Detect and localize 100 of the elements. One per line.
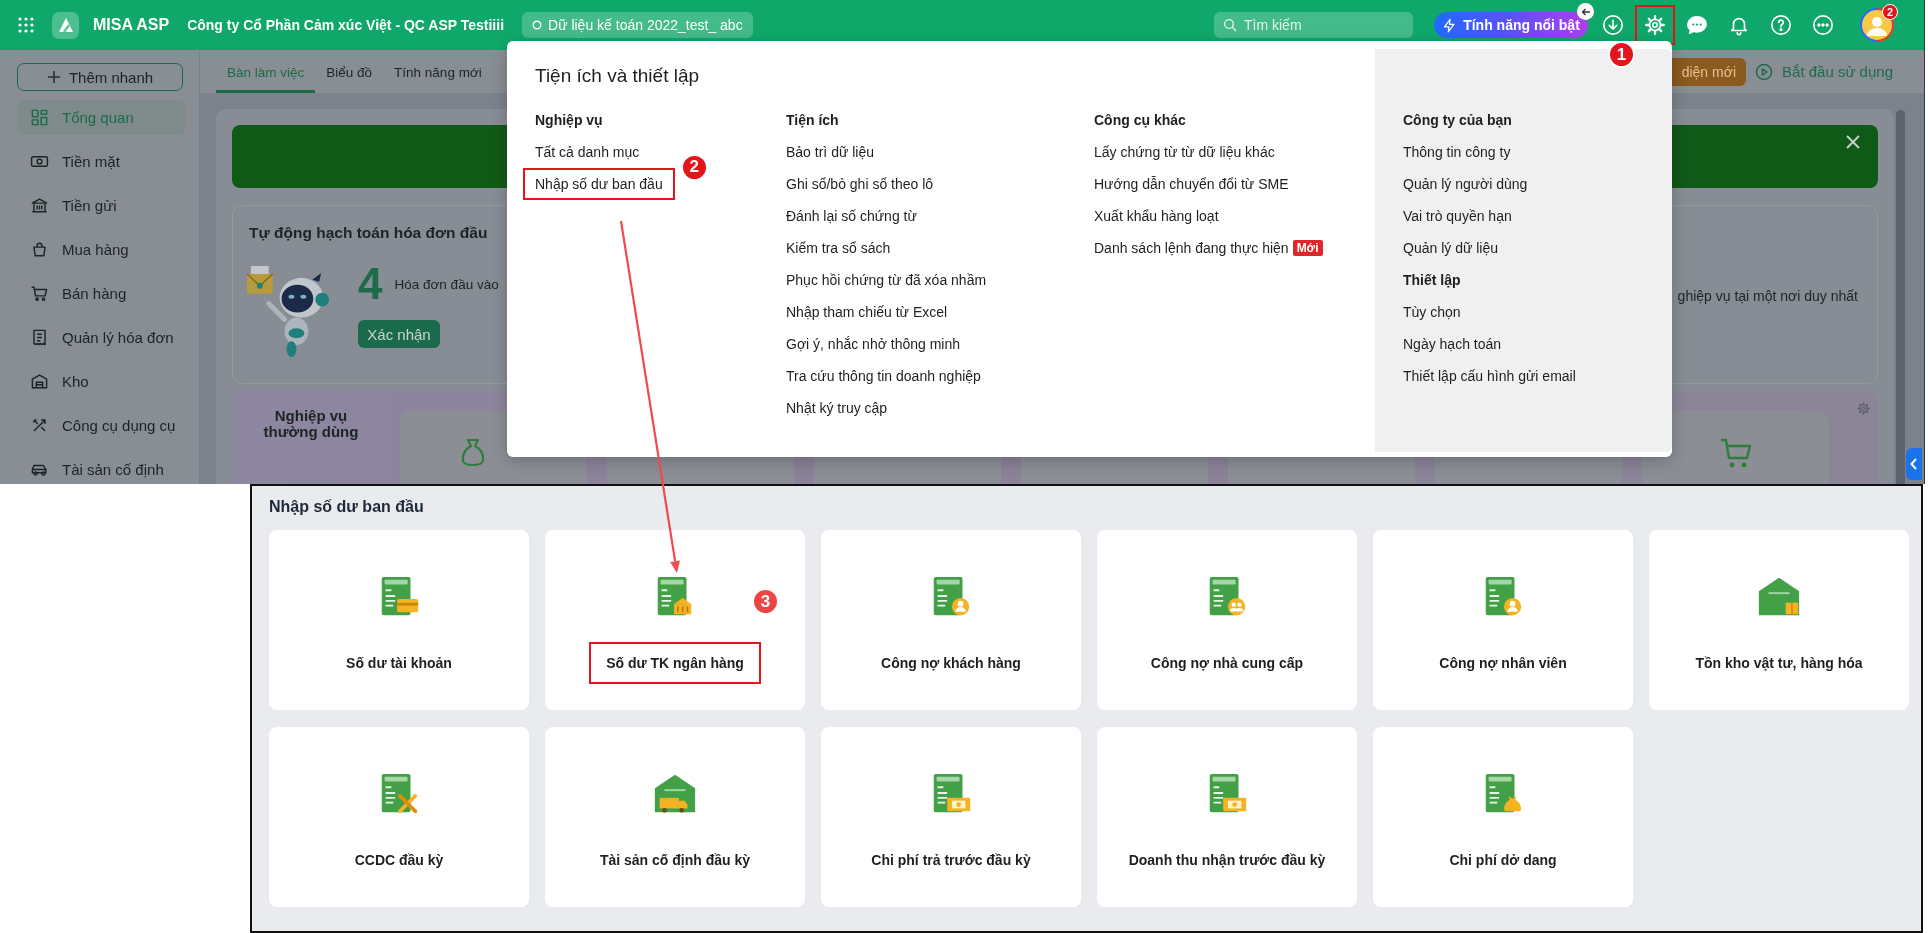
settings-icon [1644,14,1666,36]
shopping-bag-icon [30,240,49,259]
tile-label: Công nợ nhà cung cấp [1149,654,1305,673]
tile-label: Số dư tài khoản [345,654,453,673]
option-tile[interactable]: Công nợ nhà cung cấp [1097,530,1357,710]
app-grid-icon[interactable] [18,17,34,33]
tile-label: Chi phí trả trước đầu kỳ [870,851,1032,870]
section-title: Nghiệp vụ thường dùng [263,407,359,440]
menu-item[interactable]: Đánh lại số chứng từ [774,200,929,232]
chevron-left-icon [1910,458,1918,470]
collapse-tab[interactable] [1906,448,1922,480]
sidebar-item[interactable]: Tiền mặt [17,144,186,179]
close-icon[interactable] [1845,134,1861,150]
menu-item[interactable]: Phục hồi chứng từ đã xóa nhầm [774,264,999,296]
tile-label: Tài sản cố định đầu kỳ [598,851,752,870]
new-badge: Mới [1292,240,1323,256]
chat-bubble-icon [1686,14,1708,36]
menu-item[interactable]: Nhập tham chiếu từ Excel [774,296,960,328]
notification-badge: 2 [1882,4,1898,20]
option-tile[interactable]: Tài sản cố định đầu kỳ [545,727,805,907]
tile-label: Doanh thu nhận trước đầu kỳ [1127,851,1327,870]
dashboard-icon [30,108,49,127]
cart-icon [30,284,49,303]
option-tile[interactable]: Chi phí dở dang [1373,727,1633,907]
sidebar-item[interactable]: Bán hàng [17,276,186,311]
invoice-count: 4 [358,264,383,304]
new-ui-button[interactable]: diện mới [1671,57,1746,86]
sidebar-item[interactable]: Tài sản cố định [17,452,186,484]
menu-item[interactable]: Kiểm tra sổ sách [774,232,903,264]
menu-item[interactable]: Tra cứu thông tin doanh nghiệp [774,360,993,392]
more-icon [1812,14,1834,36]
tile-label: Chi phí dở dang [1448,851,1558,870]
menu-item[interactable]: Tùy chọn [1391,296,1473,328]
option-tile[interactable]: Công nợ nhân viên [1373,530,1633,710]
option-tile[interactable]: Doanh thu nhận trước đầu kỳ [1097,727,1357,907]
menu-item[interactable]: Gợi ý, nhắc nhở thông minh [774,328,972,360]
menu-item[interactable]: Tất cả danh mục [523,136,652,168]
money-bag-icon [459,437,486,467]
menu-item[interactable]: Nhập số dư ban đầu [523,168,675,200]
plus-icon [46,70,61,84]
option-tile[interactable]: Công nợ khách hàng [821,530,1081,710]
card-note: ghiệp vụ tại một nơi duy nhất [1677,288,1858,304]
circle-icon [532,20,543,30]
option-tile[interactable]: Số dư TK ngân hàng 3 [545,530,805,710]
sidebar-item[interactable]: Công cụ dụng cụ [17,408,186,443]
menu-item[interactable]: Thông tin công ty [1391,136,1523,168]
menu-item[interactable]: Thiết lập cấu hình gửi email [1391,360,1588,392]
menu-item[interactable]: Danh sách lệnh đang thực hiện Mới [1082,232,1335,264]
sidebar-item[interactable]: Mua hàng [17,232,186,267]
tab[interactable]: Tính năng mới [383,50,493,93]
menu-item[interactable]: Quản lý người dùng [1391,168,1540,200]
feature-button[interactable]: Tính năng nổi bật [1434,12,1588,38]
menu-item[interactable]: Vai trò quyền hạn [1391,200,1524,232]
tile-label: CCDC đầu kỳ [353,851,445,870]
collapse-button[interactable] [1577,3,1594,20]
sidebar-item[interactable]: Quản lý hóa đơn [17,320,186,355]
arrow-left-icon [1580,6,1591,17]
panel-title: Nhập số dư ban đầu [269,497,425,517]
confirm-button[interactable]: Xác nhận [358,320,440,348]
menu-heading: Công ty của bạn [1403,111,1513,130]
option-tile[interactable]: CCDC đầu kỳ [269,727,529,907]
scrollbar[interactable] [1896,110,1905,484]
option-tile[interactable]: Tồn kho vật tư, hàng hóa [1649,530,1909,710]
tab[interactable]: Biểu đồ [315,50,384,93]
step-marker: 2 [680,153,708,181]
play-icon [1755,62,1774,81]
download-icon [1602,14,1624,36]
menu-item[interactable]: Hướng dẫn chuyển đổi từ SME [1082,168,1301,200]
option-tile[interactable]: Chi phí trả trước đầu kỳ [821,727,1081,907]
quick-add-button[interactable]: Thêm nhanh [17,63,183,91]
sidebar-item[interactable]: Kho [17,364,186,399]
tile-label: Công nợ nhân viên [1438,654,1568,673]
menu-item[interactable]: Bảo trì dữ liệu [774,136,886,168]
tile-label: Công nợ khách hàng [880,654,1022,673]
menu-item[interactable]: Quản lý dữ liệu [1391,232,1510,264]
card-title: Tự động hạch toán hóa đơn đầu [249,223,489,243]
settings-icon[interactable] [1856,401,1871,416]
menu-item[interactable]: Nhật ký truy cập [774,392,900,424]
tile-label: Số dư TK ngân hàng [589,642,761,684]
warehouse-icon [30,372,49,391]
cart-icon [1718,436,1753,470]
option-tile[interactable]: Số dư tài khoản [269,530,529,710]
menu-item[interactable]: Lấy chứng từ từ dữ liệu khác [1082,136,1287,168]
tile-label: Tồn kho vật tư, hàng hóa [1694,654,1864,673]
step-marker: 3 [752,588,779,615]
receipt-icon [30,328,49,347]
sidebar-item[interactable]: Tiền gửi [17,188,186,223]
count-label: Hóa đơn đầu vào [394,276,499,292]
menu-heading: Tiện ích [786,111,840,130]
menu-title: Tiện ích và thiết lập [535,64,701,88]
menu-heading: Công cụ khác [1094,111,1187,130]
menu-item[interactable]: Ghi sổ/bỏ ghi sổ theo lô [774,168,946,200]
logo-icon [52,11,79,39]
menu-item[interactable]: Xuất khẩu hàng loạt [1082,200,1231,232]
app-name: MISA ASP [93,16,170,34]
help-icon [1770,14,1792,36]
menu-item[interactable]: Ngày hạch toán [1391,328,1514,360]
menu-heading: Thiết lập [1403,271,1462,290]
bank-icon [30,196,49,215]
search-icon [1222,17,1238,33]
